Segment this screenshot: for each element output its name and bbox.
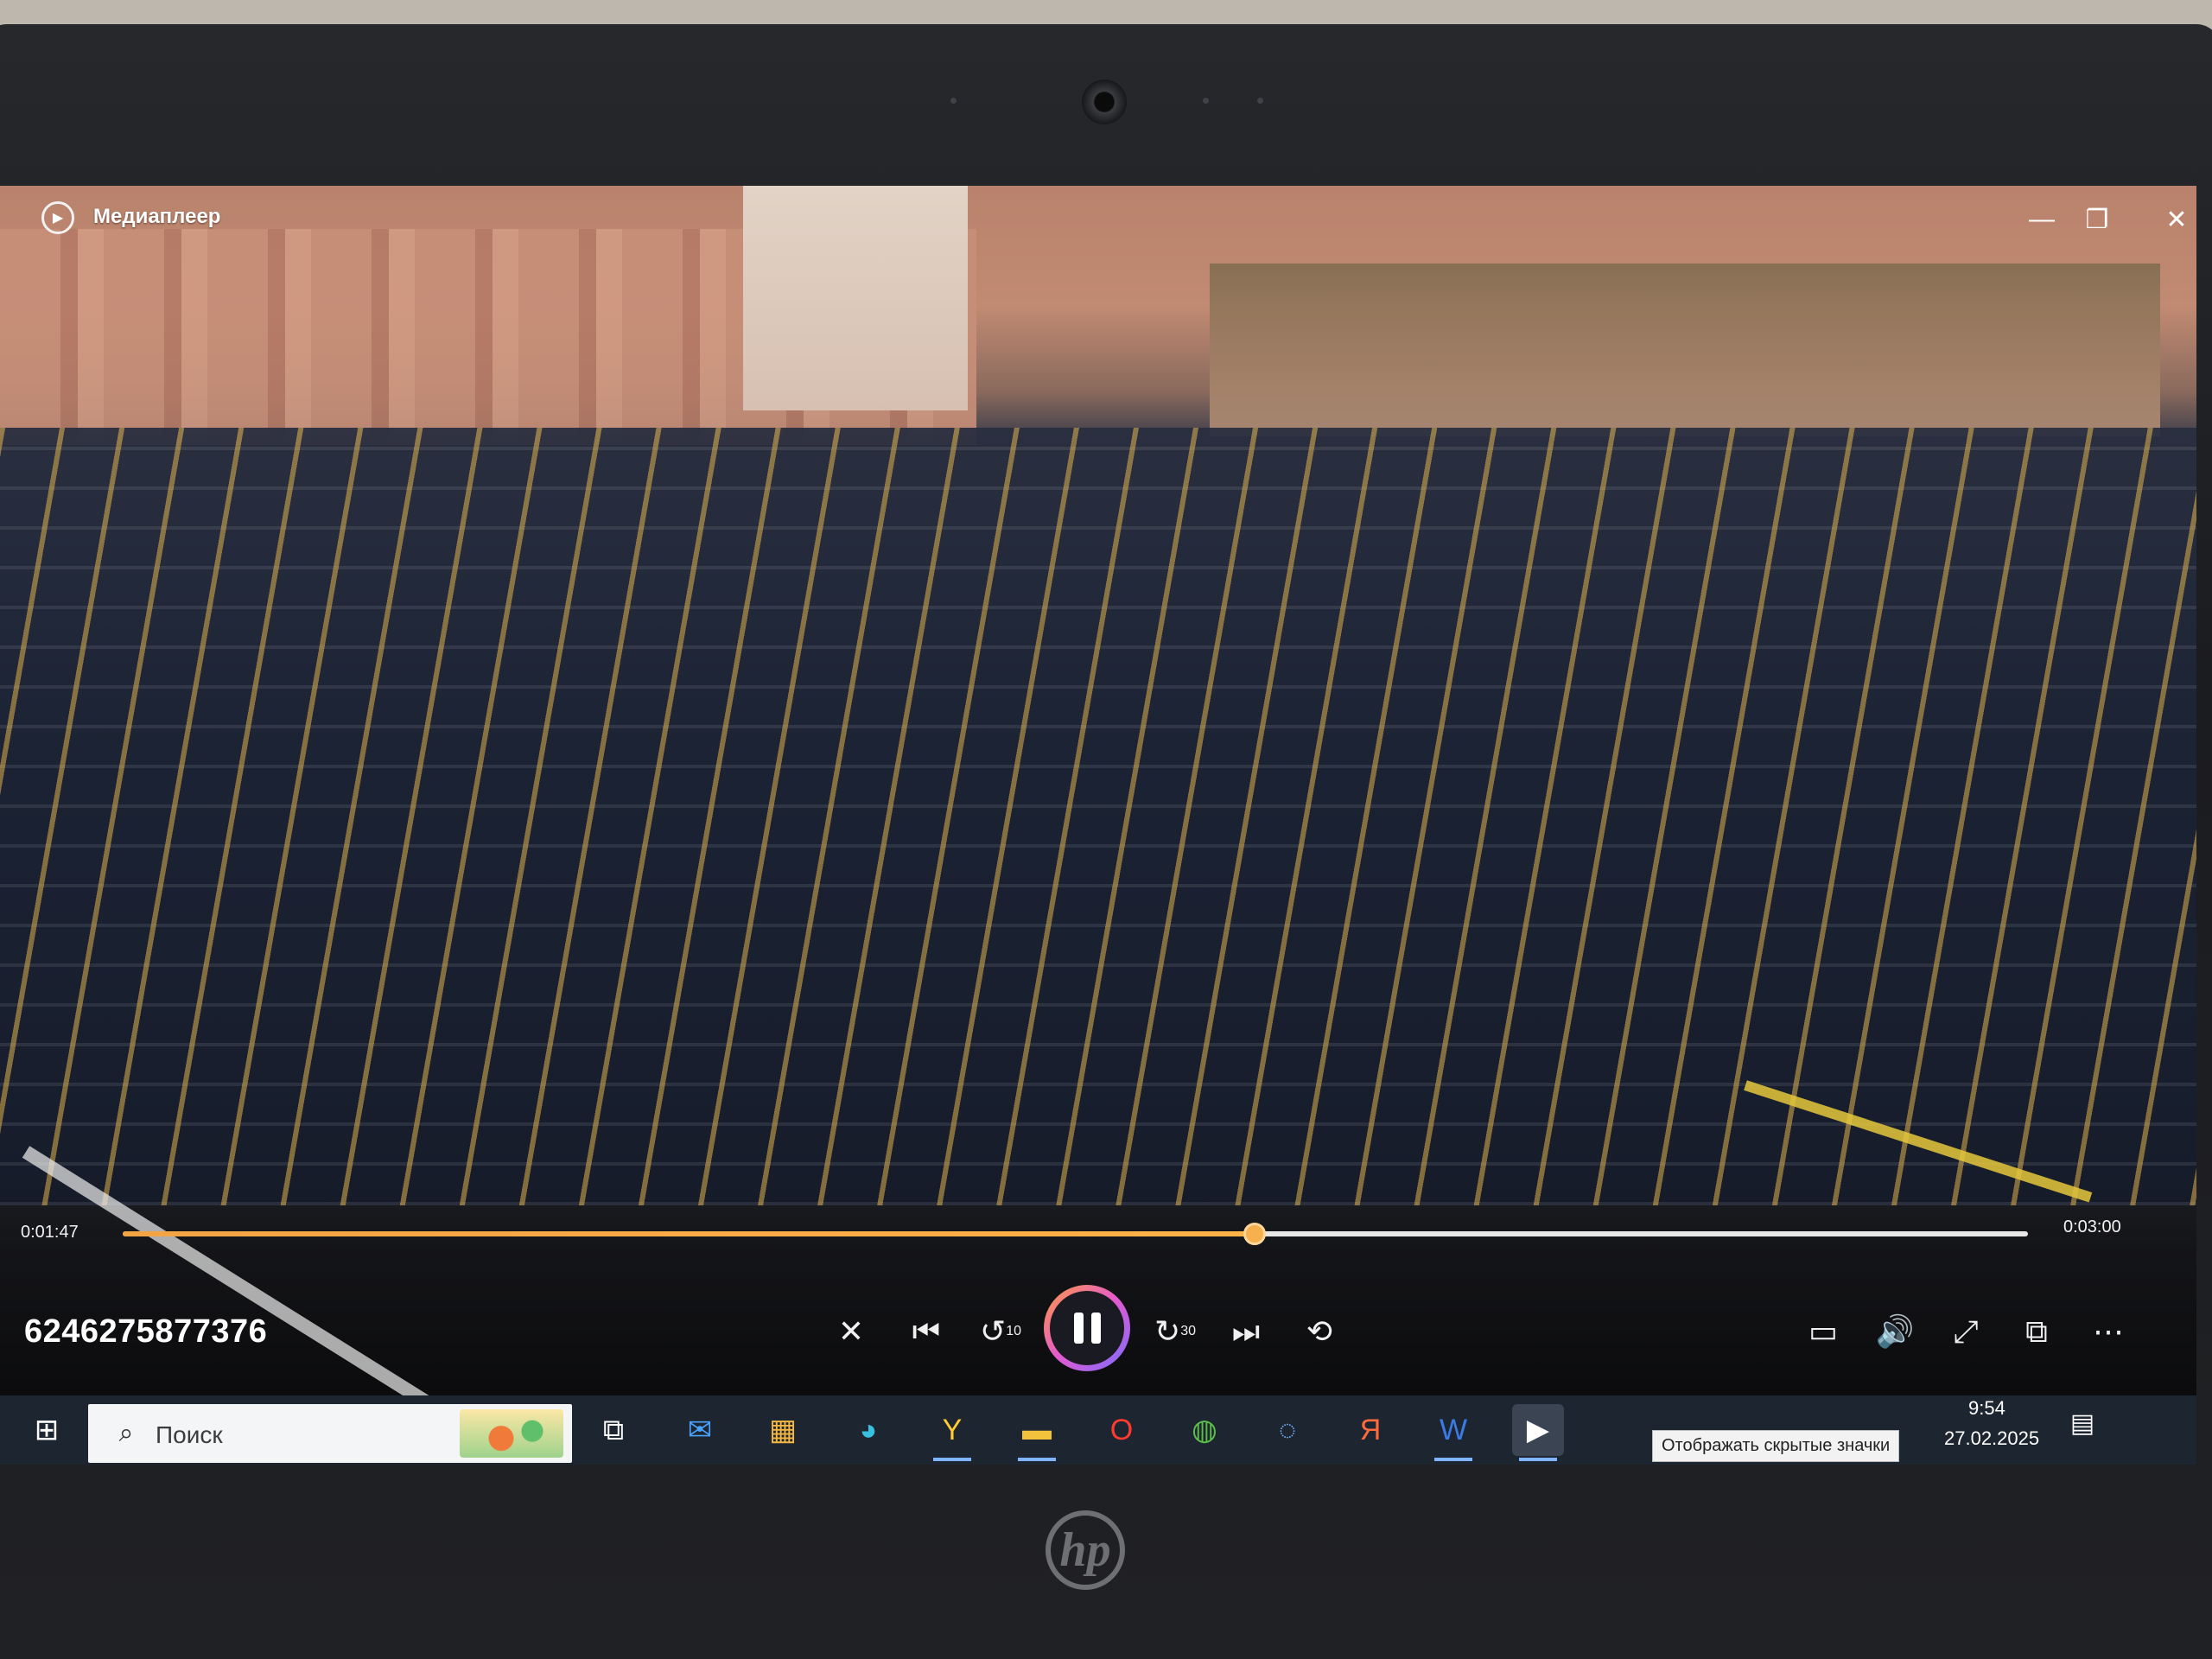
webcam-icon	[1082, 79, 1127, 124]
search-icon: ⌕	[118, 1419, 134, 1447]
fullscreen-icon: ⤢	[1953, 1313, 1979, 1349]
restore-icon: ❐	[2085, 205, 2109, 234]
video-parade	[0, 428, 2196, 1205]
notifications-icon: ▤	[2069, 1408, 2095, 1438]
restore-button[interactable]: ❐	[2077, 201, 2117, 238]
taskbar-word[interactable]: W	[1427, 1404, 1479, 1461]
cast-icon: ⧉	[2025, 1313, 2048, 1349]
clock-date[interactable]: 27.02.2025	[1944, 1427, 2039, 1450]
close-button[interactable]: ✕	[2157, 201, 2196, 238]
rewind-icon: ↺	[980, 1313, 1007, 1349]
rewind-seconds-label: 10	[1006, 1324, 1021, 1338]
media-title: 6246275877376	[24, 1313, 268, 1350]
taskbar-media-player[interactable]: ▶	[1512, 1404, 1564, 1461]
sensor-dot	[1203, 98, 1209, 104]
media-player-app-icon: ▶	[41, 201, 74, 234]
forward-seconds-label: 30	[1180, 1324, 1196, 1338]
hp-logo: hp	[1046, 1510, 1125, 1590]
clock-time[interactable]: 9:54	[1968, 1397, 2005, 1420]
search-highlight-art	[460, 1409, 563, 1458]
taskbar-opera[interactable]: O	[1096, 1404, 1147, 1456]
title-bar: ▶ Медиаплеер — ❐ ✕	[0, 186, 2196, 257]
shuffle-icon: ✕	[837, 1313, 865, 1349]
store-icon: ▦	[768, 1414, 798, 1446]
sensor-dot	[1257, 98, 1263, 104]
edge-icon: ◕	[859, 1413, 878, 1446]
fullscreen-button[interactable]: ⤢	[1940, 1306, 1992, 1357]
hp-logo-text: hp	[1059, 1523, 1111, 1577]
taskbar-edge[interactable]: ◕	[842, 1404, 894, 1456]
taskbar-search[interactable]: ⌕ Поиск	[88, 1404, 572, 1463]
seek-bar-thumb[interactable]	[1243, 1223, 1266, 1245]
miniplayer-icon: ▭	[1808, 1313, 1838, 1349]
forward-30-button[interactable]: ↻ 30	[1149, 1306, 1201, 1357]
taskbar-chromium[interactable]: ◌	[1262, 1404, 1313, 1456]
taskbar-store[interactable]: ▦	[757, 1404, 809, 1456]
minimize-button[interactable]: —	[2022, 201, 2062, 238]
pause-icon	[1073, 1313, 1101, 1344]
previous-icon: ⏮	[912, 1313, 941, 1349]
total-time: 0:03:00	[2063, 1217, 2121, 1236]
taskbar-mail[interactable]: ✉	[674, 1404, 726, 1456]
seek-bar-progress	[123, 1231, 1255, 1236]
task-view-button[interactable]: ⧉	[588, 1404, 639, 1456]
photo-background: hp ▶ Медиаплеер — ❐ ✕ 0:01:47 0:03:00 62…	[0, 0, 2212, 1659]
chrome-icon: ◍	[1192, 1414, 1217, 1446]
chromium-icon: ◌	[1278, 1413, 1297, 1446]
window-title: Медиаплеер	[93, 205, 221, 228]
minimize-icon: —	[2029, 205, 2055, 233]
repeat-off-icon: ⟲	[1306, 1313, 1333, 1349]
more-options-button[interactable]: ⋯	[2082, 1306, 2134, 1357]
hidden-icons-tooltip: Отображать скрытые значки	[1652, 1430, 1900, 1462]
taskbar-chrome[interactable]: ◍	[1179, 1404, 1230, 1456]
search-placeholder: Поиск	[156, 1421, 223, 1448]
screen: ▶ Медиаплеер — ❐ ✕ 0:01:47 0:03:00 62462…	[0, 186, 2196, 1465]
next-button[interactable]: ⏭	[1220, 1306, 1272, 1357]
yandex-browser-icon: Y	[942, 1413, 963, 1446]
notifications-button[interactable]: ▤	[2065, 1406, 2100, 1440]
volume-icon: 🔊	[1875, 1313, 1915, 1349]
opera-icon: O	[1109, 1413, 1134, 1446]
cast-button[interactable]: ⧉	[2011, 1306, 2063, 1357]
taskbar-yandex[interactable]: Я	[1344, 1404, 1396, 1456]
folder-icon: ▬	[1022, 1413, 1052, 1446]
close-icon: ✕	[2165, 205, 2188, 234]
video-trees	[1210, 264, 2160, 436]
next-icon: ⏭	[1231, 1313, 1261, 1349]
volume-button[interactable]: 🔊	[1869, 1306, 1921, 1357]
current-time: 0:01:47	[21, 1223, 79, 1242]
previous-button[interactable]: ⏮	[900, 1306, 952, 1357]
start-button[interactable]: ⊞	[21, 1404, 73, 1456]
media-player-icon: ▶	[1526, 1414, 1550, 1446]
forward-icon: ↻	[1154, 1313, 1181, 1349]
more-icon: ⋯	[2093, 1313, 2124, 1349]
repeat-button[interactable]: ⟲	[1294, 1306, 1345, 1357]
taskbar-yandex-browser[interactable]: Y	[926, 1404, 978, 1461]
word-icon: W	[1439, 1413, 1468, 1446]
seek-bar[interactable]	[123, 1223, 2028, 1245]
taskbar-file-explorer[interactable]: ▬	[1011, 1404, 1063, 1461]
yandex-icon: Я	[1359, 1413, 1382, 1446]
windows-start-icon: ⊞	[34, 1414, 60, 1446]
pause-button[interactable]	[1044, 1285, 1130, 1371]
sensor-dot	[950, 98, 957, 104]
mail-icon: ✉	[687, 1414, 713, 1446]
shuffle-button[interactable]: ✕	[825, 1306, 877, 1357]
miniplayer-button[interactable]: ▭	[1797, 1306, 1849, 1357]
video-frame[interactable]	[0, 186, 2196, 1465]
rewind-10-button[interactable]: ↺ 10	[975, 1306, 1027, 1357]
task-view-icon: ⧉	[602, 1413, 625, 1446]
